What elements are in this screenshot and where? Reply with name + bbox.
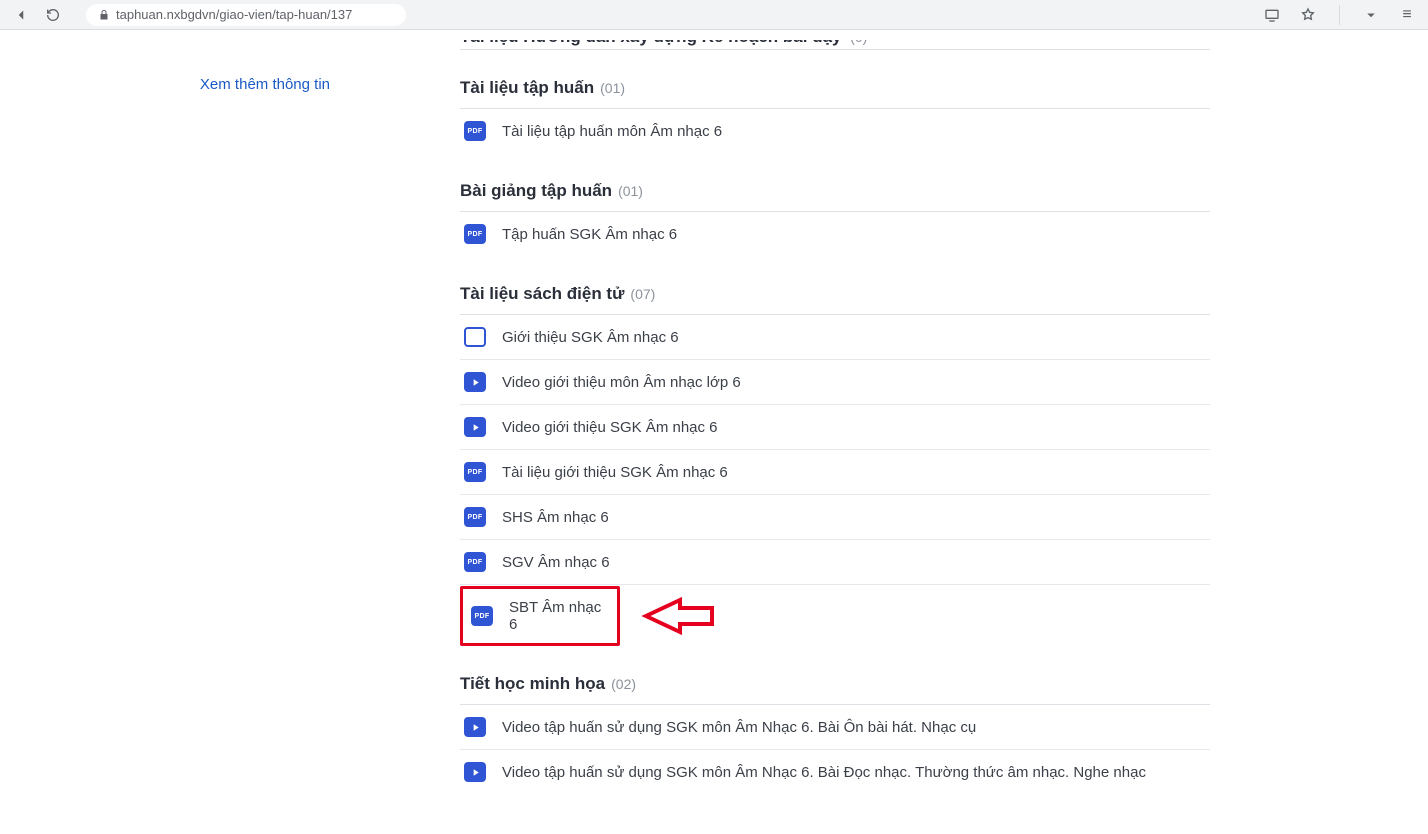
item-label: SBT Âm nhạc 6: [509, 599, 609, 633]
section-count: (01): [600, 80, 625, 96]
list-item[interactable]: Giới thiệu SGK Âm nhạc 6: [460, 315, 1210, 360]
back-icon[interactable]: [12, 6, 30, 24]
item-label: Video giới thiệu SGK Âm nhạc 6: [502, 419, 718, 436]
section-clipped: Tài liệu Hướng dẫn xây dựng Kế hoạch bài…: [460, 40, 1210, 50]
slide-icon: [464, 327, 486, 347]
section-baigiang: Bài giảng tập huấn (01) PDF Tập huấn SGK…: [460, 181, 1210, 256]
section-title-text: Tài liệu sách điện tử: [460, 284, 624, 304]
lock-icon: [98, 9, 110, 21]
browser-toolbar: taphuan.nxbgdvn/giao-vien/tap-huan/137 ≡: [0, 0, 1428, 30]
item-label: SGV Âm nhạc 6: [502, 554, 610, 571]
browser-left-controls: taphuan.nxbgdvn/giao-vien/tap-huan/137: [12, 4, 406, 26]
section-header: Tài liệu sách điện tử (07): [460, 284, 1210, 315]
list-item-highlighted[interactable]: PDF SBT Âm nhạc 6: [460, 586, 620, 646]
item-label: Tập huấn SGK Âm nhạc 6: [502, 226, 677, 243]
pdf-icon: PDF: [464, 462, 486, 482]
item-label: Tài liệu tập huấn môn Âm nhạc 6: [502, 123, 722, 140]
address-text: taphuan.nxbgdvn/giao-vien/tap-huan/137: [116, 7, 352, 22]
list-item[interactable]: PDF Tài liệu tập huấn môn Âm nhạc 6: [460, 109, 1210, 153]
section-count: (0): [850, 40, 867, 45]
pdf-icon: PDF: [464, 121, 486, 141]
section-header: Tiết học minh họa (02): [460, 674, 1210, 705]
item-label: Video tập huấn sử dụng SGK môn Âm Nhạc 6…: [502, 719, 976, 736]
address-bar[interactable]: taphuan.nxbgdvn/giao-vien/tap-huan/137: [86, 4, 406, 26]
item-label: Video tập huấn sử dụng SGK môn Âm Nhạc 6…: [502, 764, 1146, 781]
divider: [1339, 5, 1340, 25]
list-item[interactable]: PDF Tập huấn SGK Âm nhạc 6: [460, 212, 1210, 256]
section-title-text: Bài giảng tập huấn: [460, 181, 612, 201]
section-sachdt: Tài liệu sách điện tử (07) Giới thiệu SG…: [460, 284, 1210, 646]
main-content: Tài liệu Hướng dẫn xây dựng Kế hoạch bài…: [460, 40, 1240, 794]
pdf-icon: PDF: [464, 507, 486, 527]
present-icon[interactable]: [1263, 6, 1281, 24]
item-label: SHS Âm nhạc 6: [502, 509, 609, 526]
section-tiethoc: Tiết học minh họa (02) Video tập huấn sử…: [460, 674, 1210, 794]
section-count: (01): [618, 183, 643, 199]
section-header: Tài liệu tập huấn (01): [460, 78, 1210, 109]
list-item[interactable]: Video giới thiệu SGK Âm nhạc 6: [460, 405, 1210, 450]
section-count: (02): [611, 676, 636, 692]
more-info-link[interactable]: Xem thêm thông tin: [200, 76, 330, 93]
menu-chevron-icon[interactable]: [1362, 6, 1380, 24]
list-item[interactable]: Video tập huấn sử dụng SGK môn Âm Nhạc 6…: [460, 705, 1210, 750]
arrow-annotation: [640, 596, 714, 636]
reload-icon[interactable]: [44, 6, 62, 24]
more-icon[interactable]: ≡: [1398, 6, 1416, 24]
item-label: Giới thiệu SGK Âm nhạc 6: [502, 329, 679, 346]
list-item[interactable]: Video giới thiệu môn Âm nhạc lớp 6: [460, 360, 1210, 405]
browser-right-controls: ≡: [1263, 5, 1416, 25]
section-count: (07): [630, 286, 655, 302]
item-label: Video giới thiệu môn Âm nhạc lớp 6: [502, 374, 741, 391]
sidebar: Xem thêm thông tin: [0, 40, 460, 794]
section-header: Bài giảng tập huấn (01): [460, 181, 1210, 212]
item-label: Tài liệu giới thiệu SGK Âm nhạc 6: [502, 464, 728, 481]
section-title-text: Tài liệu Hướng dẫn xây dựng Kế hoạch bài…: [460, 40, 842, 46]
pdf-icon: PDF: [471, 606, 493, 626]
video-icon: [464, 372, 486, 392]
star-icon[interactable]: [1299, 6, 1317, 24]
pdf-icon: PDF: [464, 224, 486, 244]
list-item[interactable]: PDF SGV Âm nhạc 6: [460, 540, 1210, 585]
section-title-text: Tài liệu tập huấn: [460, 78, 594, 98]
section-taphuan: Tài liệu tập huấn (01) PDF Tài liệu tập …: [460, 78, 1210, 153]
list-item[interactable]: PDF SHS Âm nhạc 6: [460, 495, 1210, 540]
video-icon: [464, 417, 486, 437]
list-item[interactable]: Video tập huấn sử dụng SGK môn Âm Nhạc 6…: [460, 750, 1210, 794]
video-icon: [464, 762, 486, 782]
video-icon: [464, 717, 486, 737]
section-title-text: Tiết học minh họa: [460, 674, 605, 694]
list-item[interactable]: PDF Tài liệu giới thiệu SGK Âm nhạc 6: [460, 450, 1210, 495]
pdf-icon: PDF: [464, 552, 486, 572]
